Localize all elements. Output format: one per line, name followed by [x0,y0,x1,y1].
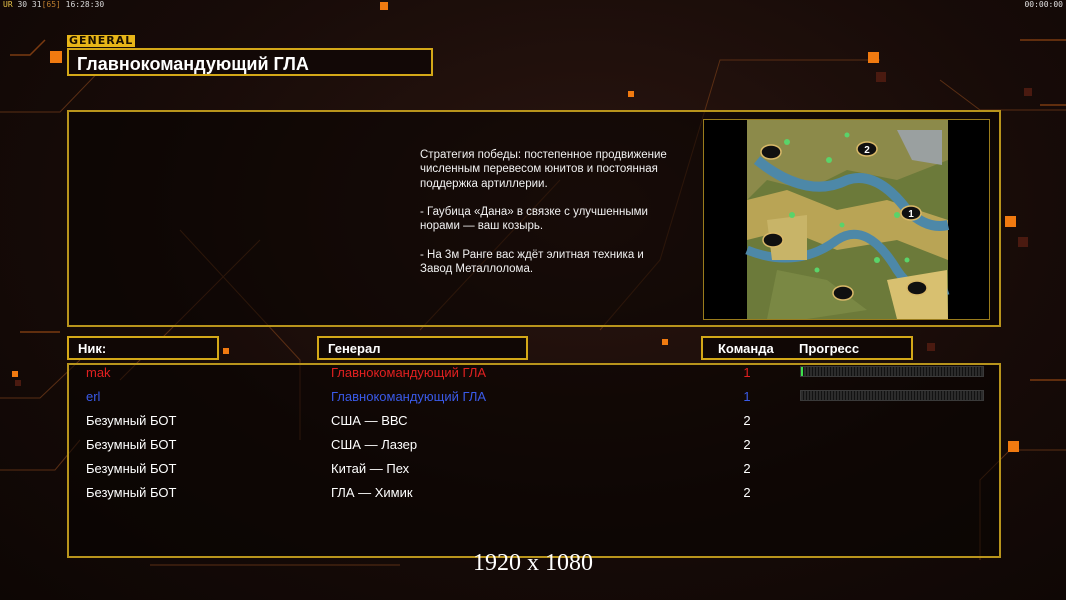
player-nick: Безумный БОТ [86,485,177,500]
timer-readout: 00:00:00 [1024,0,1063,9]
player-row: Безумный БОТ США — ВВС 2 [0,409,934,433]
player-row: erl Главнокомандующий ГЛА 1 [0,385,984,409]
clock-readout: 16:28:30 [65,0,105,9]
percent-readout: [65] [41,0,61,9]
player-team: 1 [743,365,751,380]
player-team: 2 [743,461,751,476]
player-general: США — ВВС [331,413,408,428]
player-team: 2 [743,485,751,500]
player-nick: Безумный БОТ [86,413,177,428]
column-header-team-progress: Команда Прогресс [701,336,913,360]
player-nick: erl [86,389,101,404]
progress-fill [801,367,803,376]
player-general: Главнокомандующий ГЛА [331,389,487,404]
strategy-description: Стратегия победы: постепенное продвижени… [420,149,667,276]
player-row: Безумный БОТ США — Лазер 2 [0,433,934,457]
player-team: 2 [743,413,751,428]
player-row: Безумный БОТ ГЛА — Химик 2 [0,481,934,505]
player-progress-bar [800,366,984,377]
player-general: Китай — Пех [331,461,410,476]
svg-text:1: 1 [908,209,914,220]
player-nick: Безумный БОТ [86,461,177,476]
column-header-nick: Ник: [67,336,219,360]
general-section-tag: GENERAL [67,34,136,47]
ur-label: UR [3,0,13,9]
stats-readout: 30 31 [17,0,42,9]
general-tag-label: GENERAL [69,34,134,47]
player-nick: mak [86,365,111,380]
player-team: 1 [743,389,751,404]
status-bar-left: UR 30 31[65] 16:28:30 [3,0,104,9]
player-row: mak Главнокомандующий ГЛА 1 [0,361,984,385]
player-general: США — Лазер [331,437,418,452]
player-row: Безумный БОТ Китай — Пех 2 [0,457,934,481]
column-header-team: Команда [718,341,774,356]
player-team: 2 [743,437,751,452]
player-general: ГЛА — Химик [331,485,413,500]
map-marker-1: 1 [900,205,922,221]
resolution-watermark: 1920 x 1080 [473,550,593,576]
player-general: Главнокомандующий ГЛА [331,365,487,380]
player-progress-bar [800,390,984,401]
map-image: 2 1 [704,120,989,319]
column-header-progress: Прогресс [798,341,860,356]
map-marker-2: 2 [856,141,878,157]
general-title: Главнокомандующий ГЛА [67,48,433,76]
map-preview: 2 1 [703,119,990,320]
svg-text:2: 2 [864,145,870,156]
player-nick: Безумный БОТ [86,437,177,452]
column-header-general: Генерал [317,336,528,360]
